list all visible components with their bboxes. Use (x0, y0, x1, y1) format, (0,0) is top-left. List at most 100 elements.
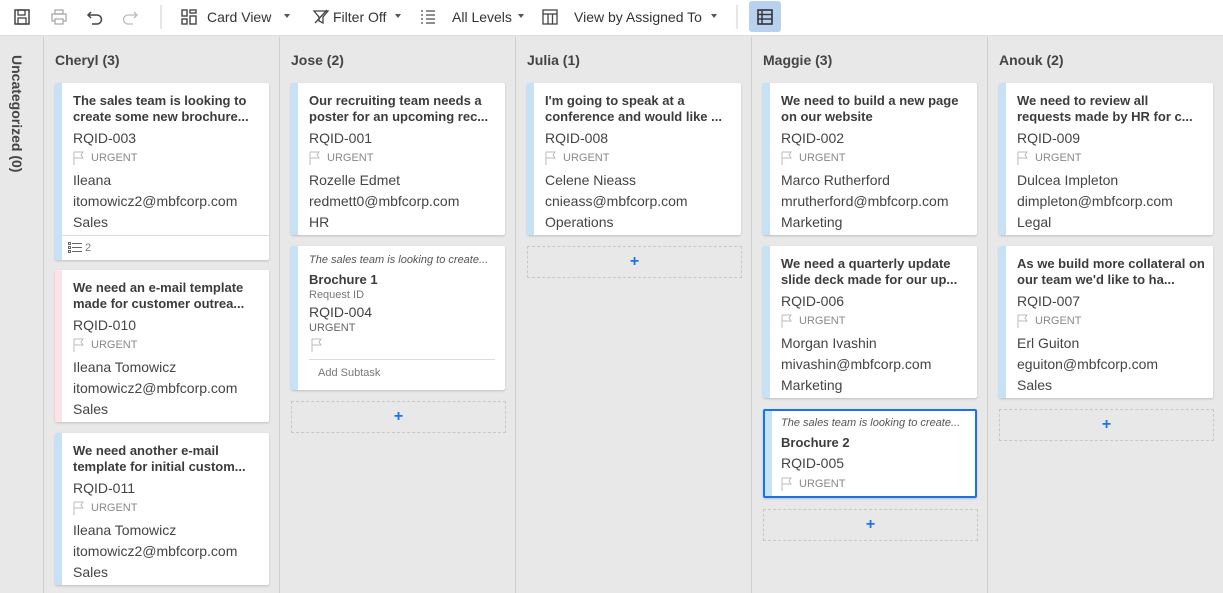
card-department: Sales (1017, 377, 1053, 393)
task-card[interactable]: We need another e-mail template for init… (55, 433, 269, 585)
card-id: RQID-004 (309, 304, 373, 320)
card-stripe (763, 246, 770, 398)
filter-off-icon[interactable] (309, 6, 333, 28)
flag-icon[interactable] (73, 338, 85, 352)
table-icon (757, 8, 773, 25)
card-department: Marketing (781, 214, 843, 230)
chevron-down-icon[interactable] (711, 14, 717, 18)
priority: URGENT (781, 477, 845, 491)
column-anouk: Anouk (2) We need to review all requests… (988, 37, 1223, 593)
subtask-card[interactable]: The sales team is looking to create... B… (291, 246, 505, 390)
card-stripe (55, 83, 62, 260)
card-email: eguiton@mbfcorp.com (1017, 356, 1159, 372)
task-card[interactable]: The sales team is looking to create some… (55, 83, 269, 260)
levels-dropdown[interactable]: All Levels (452, 9, 512, 25)
card-person: Marco Rutherford (781, 172, 890, 188)
flag-icon[interactable] (309, 151, 321, 165)
print-icon[interactable] (47, 6, 71, 28)
chevron-down-icon[interactable] (284, 14, 290, 18)
subtask-footer[interactable]: 2 (62, 235, 269, 259)
priority: URGENT (309, 151, 373, 165)
task-card[interactable]: I'm going to speak at a conference and w… (527, 83, 741, 235)
add-card-button[interactable]: + (527, 246, 742, 278)
card-department: Sales (73, 564, 109, 580)
column-uncategorized: Uncategorized (0) (0, 37, 44, 593)
priority: URGENT (73, 151, 137, 165)
card-stripe (763, 83, 770, 235)
subtask-name: Brochure 2 (781, 435, 850, 450)
chevron-down-icon[interactable] (395, 14, 401, 18)
card-id: RQID-011 (73, 480, 135, 496)
add-card-button[interactable]: + (763, 509, 978, 541)
card-department: HR (309, 214, 330, 230)
card-department: Operations (545, 214, 614, 230)
card-person: Morgan Ivashin (781, 335, 877, 351)
card-stripe (999, 83, 1006, 235)
filter-dropdown[interactable]: Filter Off (333, 9, 386, 25)
card-id: RQID-009 (1017, 130, 1081, 146)
parent-task: The sales team is looking to create... (309, 254, 489, 266)
card-title: Our recruiting team needs a poster for a… (309, 93, 489, 124)
priority-label: URGENT (309, 322, 356, 334)
card-email: itomowicz2@mbfcorp.com (73, 380, 238, 396)
levels-icon[interactable] (416, 6, 440, 28)
card-email: itomowicz2@mbfcorp.com (73, 193, 238, 209)
undo-icon[interactable] (83, 6, 107, 28)
add-subtask-button[interactable]: Add Subtask (309, 359, 495, 383)
card-id: RQID-006 (781, 293, 845, 309)
flag-icon[interactable] (311, 338, 323, 352)
card-email: dimpleton@mbfcorp.com (1017, 193, 1173, 209)
card-stripe (765, 411, 772, 496)
column-title: Maggie (3) (763, 52, 833, 68)
save-icon[interactable] (10, 6, 34, 28)
priority: URGENT (781, 151, 845, 165)
flag-icon[interactable] (781, 477, 793, 491)
card-id: RQID-002 (781, 130, 845, 146)
task-card[interactable]: We need a quarterly update slide deck ma… (763, 246, 977, 398)
card-department: Sales (73, 401, 109, 417)
column-julia: Julia (1) I'm going to speak at a confer… (516, 37, 752, 593)
subtask-card-selected[interactable]: The sales team is looking to create... B… (763, 409, 977, 498)
flag-icon[interactable] (73, 151, 85, 165)
task-card[interactable]: We need to review all requests made by H… (999, 83, 1213, 235)
priority: URGENT (73, 338, 137, 352)
add-card-button[interactable]: + (999, 409, 1214, 441)
card-title: We need to review all requests made by H… (1017, 93, 1193, 124)
column-title: Jose (2) (291, 52, 344, 68)
toolbar-divider (160, 5, 162, 29)
card-id: RQID-007 (1017, 293, 1081, 309)
task-card[interactable]: We need an e-mail template made for cust… (55, 270, 269, 422)
columns-icon[interactable] (538, 6, 562, 28)
card-id: RQID-003 (73, 130, 137, 146)
task-card[interactable]: As we build more collateral on our team … (999, 246, 1213, 398)
flag-icon[interactable] (1017, 151, 1029, 165)
toolbar: Card View Filter Off All Levels View by … (0, 0, 1223, 36)
card-view-icon[interactable] (177, 6, 201, 28)
card-email: cnieass@mbfcorp.com (545, 193, 688, 209)
card-id: RQID-005 (781, 455, 845, 471)
priority: URGENT (1017, 314, 1081, 328)
flag-icon[interactable] (545, 151, 557, 165)
task-card[interactable]: We need to build a new page on our websi… (763, 83, 977, 235)
card-title: I'm going to speak at a conference and w… (545, 93, 722, 124)
flag-icon[interactable] (781, 151, 793, 165)
view-by-dropdown[interactable]: View by Assigned To (574, 9, 702, 25)
flag-icon[interactable] (781, 314, 793, 328)
add-card-button[interactable]: + (291, 401, 506, 433)
task-card[interactable]: Our recruiting team needs a poster for a… (291, 83, 505, 235)
card-title: We need to build a new page on our websi… (781, 93, 959, 124)
card-title: We need an e-mail template made for cust… (73, 280, 245, 311)
chevron-down-icon[interactable] (518, 14, 524, 18)
card-person: Rozelle Edmet (309, 172, 401, 188)
flag-icon[interactable] (73, 501, 85, 515)
table-view-toggle[interactable] (749, 1, 781, 32)
card-person: Dulcea Impleton (1017, 172, 1119, 188)
flag-icon[interactable] (1017, 314, 1029, 328)
card-view-dropdown[interactable]: Card View (207, 9, 271, 25)
card-department: Legal (1017, 214, 1052, 230)
column-title: Uncategorized (0) (9, 55, 25, 173)
subtask-list-icon (68, 241, 82, 253)
parent-task: The sales team is looking to create... (781, 417, 961, 429)
priority: URGENT (781, 314, 845, 328)
redo-icon[interactable] (118, 6, 142, 28)
